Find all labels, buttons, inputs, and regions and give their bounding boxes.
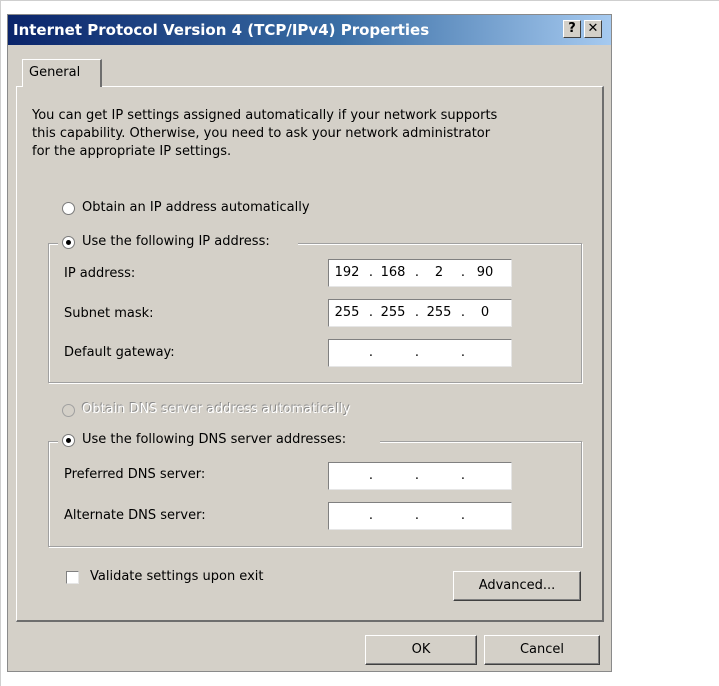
ip-dot: .: [368, 345, 374, 360]
ip-dot: .: [460, 305, 466, 320]
use-following-dns-label[interactable]: Use the following DNS server addresses:: [82, 432, 346, 447]
ok-button[interactable]: OK: [365, 635, 477, 665]
ip-dot: .: [460, 468, 466, 483]
ip-dot: .: [368, 305, 374, 320]
ip-dot: .: [368, 508, 374, 523]
ip-dot: .: [414, 265, 420, 280]
subnet-mask-label: Subnet mask:: [64, 306, 154, 321]
ipv4-properties-dialog: Internet Protocol Version 4 (TCP/IPv4) P…: [7, 14, 612, 672]
description-line: for the appropriate IP settings.: [32, 144, 232, 159]
ip-octet: 168: [380, 265, 406, 280]
validate-settings-checkbox[interactable]: [66, 571, 79, 584]
frame-border-top: [0, 0, 719, 1]
alternate-dns-field[interactable]: . . .: [328, 502, 512, 530]
ip-octet: 255: [380, 305, 406, 320]
description-line: You can get IP settings assigned automat…: [32, 108, 498, 123]
validate-settings-label[interactable]: Validate settings upon exit: [90, 569, 263, 584]
ip-octet: 2: [434, 265, 444, 280]
description-line: this capability. Otherwise, you need to …: [32, 126, 491, 141]
ip-octet: 255: [334, 305, 360, 320]
default-gateway-field[interactable]: . . .: [328, 339, 512, 367]
preferred-dns-field[interactable]: . . .: [328, 462, 512, 490]
ip-dot: .: [414, 345, 420, 360]
ip-dot: .: [414, 305, 420, 320]
close-button[interactable]: ✕: [584, 20, 602, 38]
obtain-dns-auto-radio[interactable]: [62, 404, 75, 417]
ip-dot: .: [460, 508, 466, 523]
ip-dot: .: [368, 265, 374, 280]
advanced-button[interactable]: Advanced...: [453, 571, 581, 601]
ip-address-label: IP address:: [64, 266, 136, 281]
subnet-mask-field[interactable]: 255 . 255 . 255 . 0: [328, 299, 512, 327]
obtain-ip-auto-radio[interactable]: [62, 202, 75, 215]
preferred-dns-label: Preferred DNS server:: [64, 467, 206, 482]
ip-dot: .: [414, 508, 420, 523]
tab-general[interactable]: General: [22, 59, 102, 87]
ip-dot: .: [460, 265, 466, 280]
description-text: You can get IP settings assigned automat…: [32, 107, 592, 161]
ip-dot: .: [368, 468, 374, 483]
frame-border-left: [0, 0, 1, 686]
title-bar[interactable]: Internet Protocol Version 4 (TCP/IPv4) P…: [8, 15, 611, 45]
use-following-ip-label[interactable]: Use the following IP address:: [82, 234, 270, 249]
use-following-dns-radio[interactable]: [62, 434, 75, 447]
default-gateway-label: Default gateway:: [64, 345, 175, 360]
ip-octet: 192: [334, 265, 360, 280]
ip-octet: 255: [426, 305, 452, 320]
obtain-ip-auto-label[interactable]: Obtain an IP address automatically: [82, 200, 310, 215]
help-button[interactable]: ?: [563, 20, 581, 38]
ip-dot: .: [460, 345, 466, 360]
window-title: Internet Protocol Version 4 (TCP/IPv4) P…: [13, 21, 430, 39]
use-following-ip-radio[interactable]: [62, 236, 75, 249]
ip-octet: 90: [476, 265, 494, 280]
ip-address-field[interactable]: 192 . 168 . 2 . 90: [328, 259, 512, 287]
dns-server-group: [48, 441, 582, 547]
cancel-button[interactable]: Cancel: [484, 635, 600, 665]
alternate-dns-label: Alternate DNS server:: [64, 508, 206, 523]
ip-octet: 0: [480, 305, 490, 320]
ip-dot: .: [414, 468, 420, 483]
obtain-dns-auto-label[interactable]: Obtain DNS server address automatically: [82, 402, 351, 417]
